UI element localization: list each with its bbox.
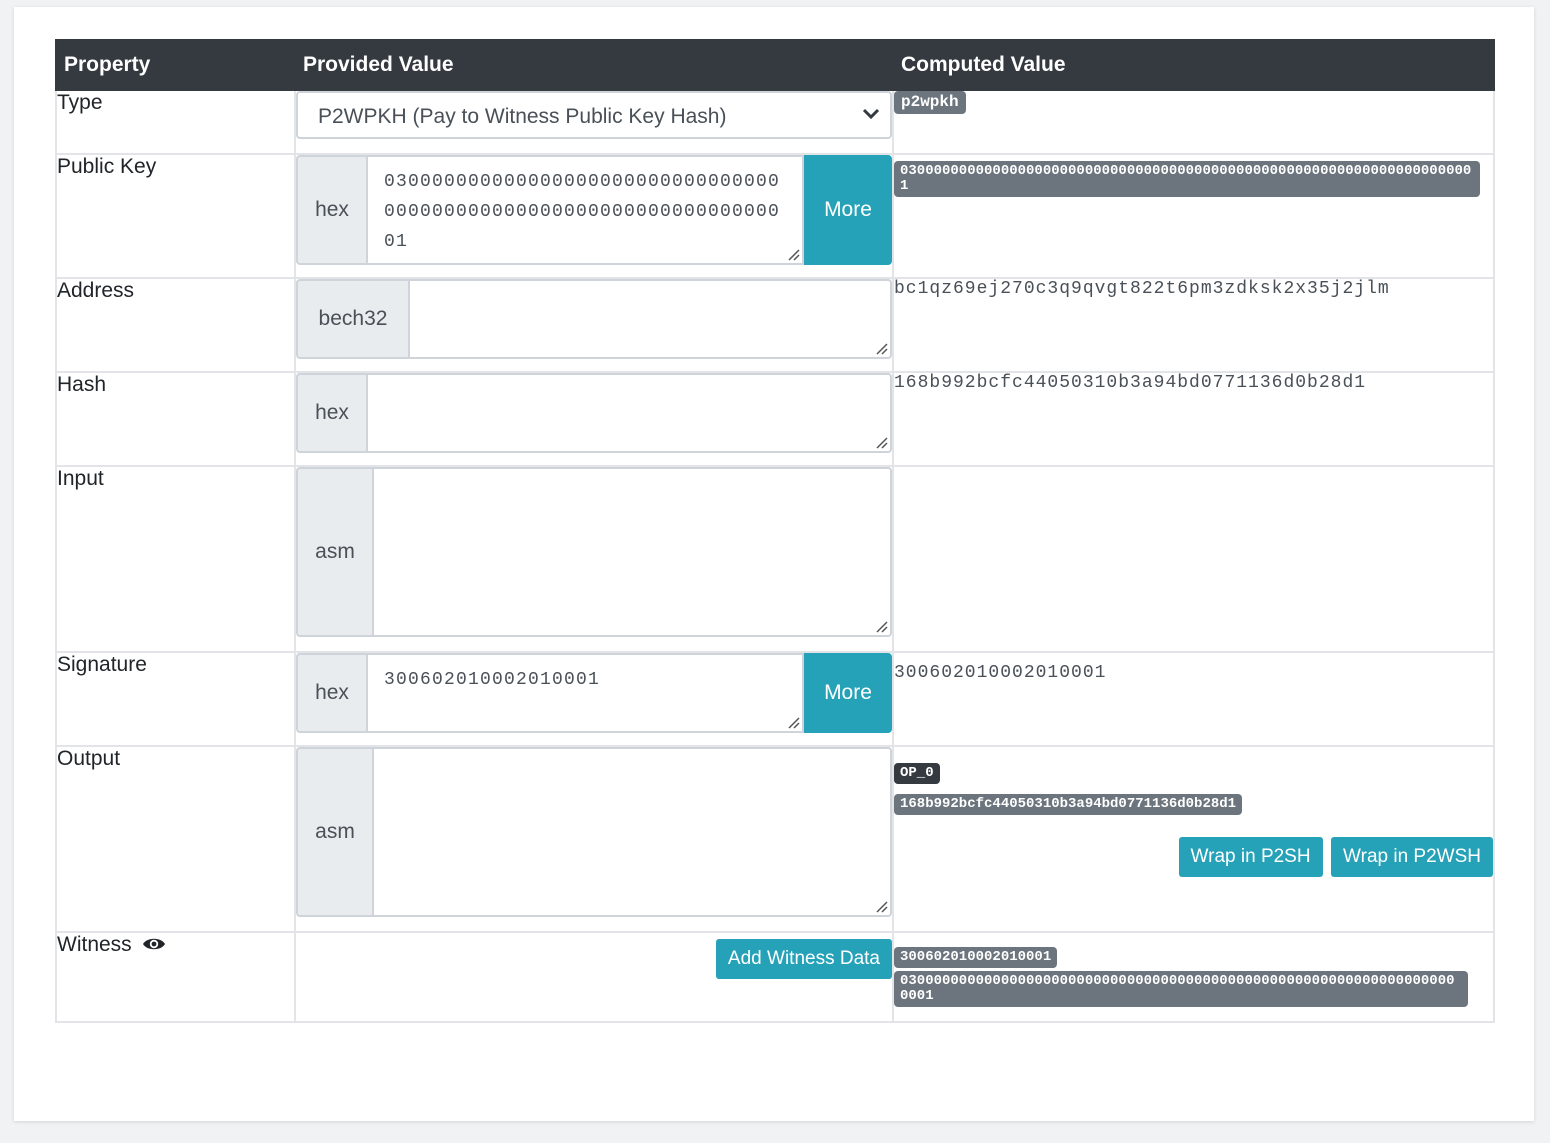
output-textarea[interactable] — [372, 747, 892, 917]
signature-computed: 300602010002010001 — [894, 663, 1107, 683]
row-public-key: Public Key hex 0300000000000000000000000… — [55, 153, 1495, 279]
script-builder-card: Property Provided Value Computed Value T… — [14, 7, 1534, 1121]
hash-input-group: hex — [296, 373, 892, 453]
hash-format[interactable]: hex — [296, 373, 366, 453]
type-select[interactable]: P2WPKH (Pay to Witness Public Key Hash) — [296, 91, 892, 139]
address-input-group: bech32 — [296, 279, 892, 359]
properties-table: Property Provided Value Computed Value T… — [55, 39, 1495, 1023]
output-hash-badge: 168b992bcfc44050310b3a94bd0771136d0b28d1 — [894, 794, 1243, 815]
witness-label: Witness — [57, 933, 132, 956]
resize-grip-icon[interactable] — [874, 899, 888, 913]
row-hash: Hash hex 168b992bcfc44050310b3a94bd07711… — [55, 371, 1495, 467]
witness-item-badge: 300602010002010001 — [894, 947, 1058, 968]
resize-grip-icon[interactable] — [786, 715, 800, 729]
output-op-badge: OP_0 — [894, 763, 940, 784]
address-label: Address — [55, 277, 296, 373]
address-format[interactable]: bech32 — [296, 279, 408, 359]
header-provided-value: Provided Value — [294, 39, 894, 91]
public-key-computed-badge: 0300000000000000000000000000000000000000… — [894, 161, 1480, 197]
output-input-group: asm — [296, 747, 892, 917]
output-label: Output — [55, 745, 296, 933]
input-label: Input — [55, 465, 296, 653]
public-key-more-button[interactable]: More — [804, 155, 892, 265]
resize-grip-icon[interactable] — [874, 341, 888, 355]
witness-item-badge: 0300000000000000000000000000000000000000… — [894, 971, 1468, 1007]
hash-computed: 168b992bcfc44050310b3a94bd0771136d0b28d1 — [894, 373, 1367, 393]
type-computed-badge: p2wpkh — [894, 91, 966, 114]
chevron-down-icon — [862, 108, 880, 120]
address-textarea[interactable] — [408, 279, 892, 359]
signature-label: Signature — [55, 651, 296, 747]
signature-input-group: hex 300602010002010001 More — [296, 653, 892, 733]
row-signature: Signature hex 300602010002010001 More 30… — [55, 651, 1495, 747]
row-input: Input asm — [55, 465, 1495, 653]
table-header-row: Property Provided Value Computed Value — [55, 39, 1495, 91]
signature-value: 300602010002010001 — [384, 670, 601, 690]
input-input-group: asm — [296, 467, 892, 637]
signature-format[interactable]: hex — [296, 653, 366, 733]
row-output: Output asm OP_0 168b992bcfc44050310b3a94… — [55, 745, 1495, 933]
type-select-value: P2WPKH (Pay to Witness Public Key Hash) — [318, 105, 727, 128]
resize-grip-icon[interactable] — [874, 619, 888, 633]
resize-grip-icon[interactable] — [874, 435, 888, 449]
wrap-p2wsh-button[interactable]: Wrap in P2WSH — [1331, 837, 1493, 877]
hash-label: Hash — [55, 371, 296, 467]
header-computed-value: Computed Value — [892, 39, 1495, 91]
public-key-textarea[interactable]: 0300000000000000000000000000000000000000… — [366, 155, 804, 265]
row-witness: Witness Add Witness Data 300602010002010… — [55, 931, 1495, 1023]
eye-icon[interactable] — [142, 936, 166, 952]
resize-grip-icon[interactable] — [786, 247, 800, 261]
wrap-p2sh-button[interactable]: Wrap in P2SH — [1178, 837, 1323, 877]
input-textarea[interactable] — [372, 467, 892, 637]
hash-textarea[interactable] — [366, 373, 892, 453]
public-key-input-group: hex 030000000000000000000000000000000000… — [296, 155, 892, 265]
add-witness-data-button[interactable]: Add Witness Data — [715, 939, 892, 979]
signature-more-button[interactable]: More — [804, 653, 892, 733]
input-format[interactable]: asm — [296, 467, 372, 637]
signature-textarea[interactable]: 300602010002010001 — [366, 653, 804, 733]
type-label: Type — [55, 89, 296, 155]
public-key-label: Public Key — [55, 153, 296, 279]
header-property: Property — [55, 39, 296, 91]
row-address: Address bech32 bc1qz69ej270c3q9qvgt822t6… — [55, 277, 1495, 373]
public-key-format[interactable]: hex — [296, 155, 366, 265]
row-type: Type P2WPKH (Pay to Witness Public Key H… — [55, 89, 1495, 155]
output-format[interactable]: asm — [296, 747, 372, 917]
public-key-value: 0300000000000000000000000000000000000000… — [384, 172, 781, 252]
address-computed: bc1qz69ej270c3q9qvgt822t6pm3zdksk2x35j2j… — [894, 279, 1390, 299]
